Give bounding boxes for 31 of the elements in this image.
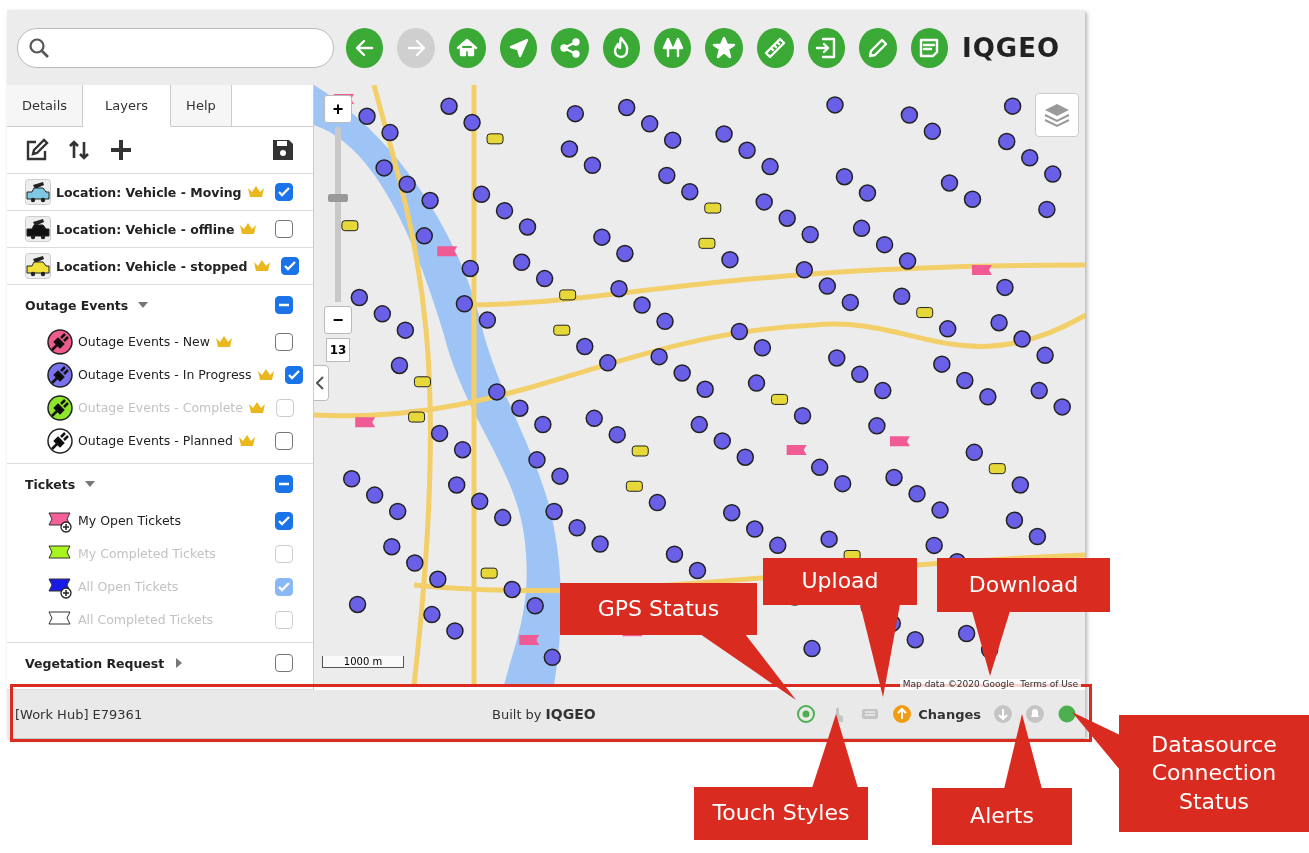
callout: Upload: [763, 558, 917, 605]
group-name: Tickets: [25, 476, 76, 492]
layer-name: Outage Events - Planned: [78, 433, 233, 448]
built-by-label: Built by: [492, 706, 542, 722]
changes-label[interactable]: Changes: [918, 706, 981, 722]
layer-name: My Completed Tickets: [78, 546, 216, 561]
terms-link[interactable]: Terms of Use: [1020, 679, 1078, 689]
layer-name: Outage Events - New: [78, 334, 210, 349]
iqgeo-logo: IQGEO: [962, 32, 1061, 63]
layer-name: Location: Vehicle - offline: [56, 221, 235, 237]
callout: Datasource Connection Status: [1119, 715, 1309, 832]
zoom-level: 13: [325, 338, 351, 362]
zoom-in-button[interactable]: +: [324, 95, 352, 123]
layer-name: Location: Vehicle - stopped: [56, 258, 248, 274]
panel-tab[interactable]: Details: [7, 85, 84, 126]
panel-tab[interactable]: Help: [171, 85, 232, 126]
layer-name: All Completed Tickets: [78, 612, 214, 627]
group-name: Vegetation Request: [25, 655, 165, 671]
iqgeo-logo: IQGEO: [545, 706, 596, 722]
layer-name: All Open Tickets: [78, 579, 179, 594]
map-attribution: Map data ©2020 Google: [902, 679, 1015, 689]
zoom-out-button[interactable]: −: [324, 306, 352, 334]
scale-bar: 1000 m: [322, 656, 404, 668]
work-hub-label: [Work Hub] E79361: [15, 706, 144, 722]
group-name: Outage Events: [25, 297, 129, 313]
callout: GPS Status: [560, 583, 757, 635]
layer-name: My Open Tickets: [78, 513, 181, 528]
layer-name: Location: Vehicle - Moving: [56, 184, 242, 200]
layer-name: Outage Events - In Progress: [78, 367, 252, 382]
layer-name: Outage Events - Complete: [78, 400, 243, 415]
panel-tab[interactable]: Layers: [83, 85, 172, 127]
